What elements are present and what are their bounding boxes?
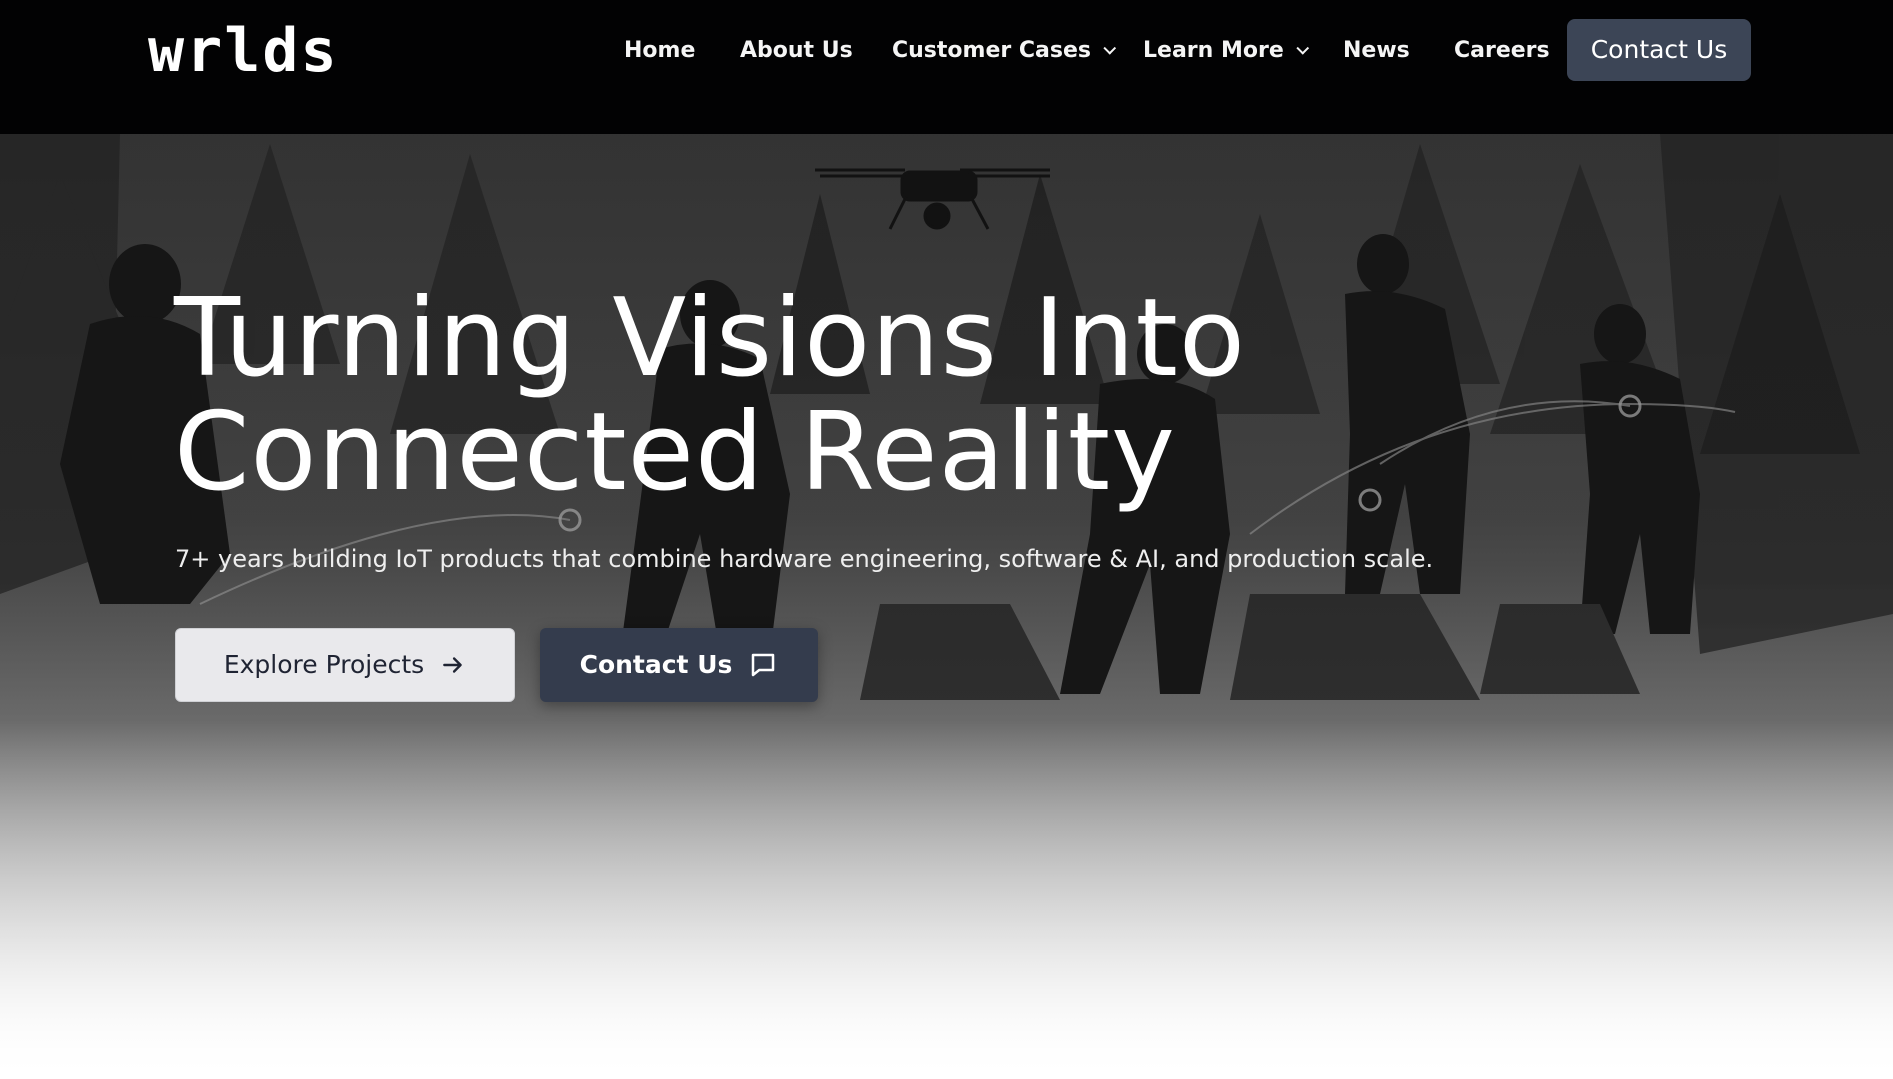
nav-item-learn-more-label: Learn More (1143, 38, 1284, 63)
chat-bubble-icon (752, 653, 775, 677)
hero-contact-us-button[interactable]: Contact Us (540, 628, 818, 702)
chevron-down-icon (1296, 41, 1309, 55)
hero-headline-line-1: Turning Visions Into (174, 276, 1246, 401)
hero-headline-line-2: Connected Reality (174, 390, 1176, 515)
nav-item-home[interactable]: Home (624, 36, 695, 66)
arrow-right-icon (443, 657, 462, 673)
hero-contact-us-label: Contact Us (579, 650, 733, 679)
page: wrlds Home About Us Customer Cases Learn… (0, 0, 1893, 1079)
nav-contact-us-button[interactable]: Contact Us (1567, 19, 1751, 81)
nav-item-customer-cases[interactable]: Customer Cases (892, 36, 1117, 66)
top-nav: wrlds Home About Us Customer Cases Learn… (0, 0, 1893, 134)
nav-item-news[interactable]: News (1343, 36, 1410, 66)
hero-headline: Turning Visions Into Connected Reality (174, 282, 1374, 510)
hero-subtitle: 7+ years building IoT products that comb… (175, 545, 1434, 573)
explore-projects-label: Explore Projects (223, 650, 425, 679)
explore-projects-button[interactable]: Explore Projects (175, 628, 515, 702)
chevron-down-icon (1103, 41, 1117, 55)
nav-item-careers[interactable]: Careers (1454, 36, 1550, 66)
nav-item-about-us[interactable]: About Us (740, 36, 853, 66)
hero-section: Turning Visions Into Connected Reality 7… (0, 134, 1893, 1079)
nav-item-customer-cases-label: Customer Cases (892, 38, 1091, 63)
nav-item-learn-more[interactable]: Learn More (1143, 36, 1309, 66)
logo[interactable]: wrlds (148, 18, 339, 84)
